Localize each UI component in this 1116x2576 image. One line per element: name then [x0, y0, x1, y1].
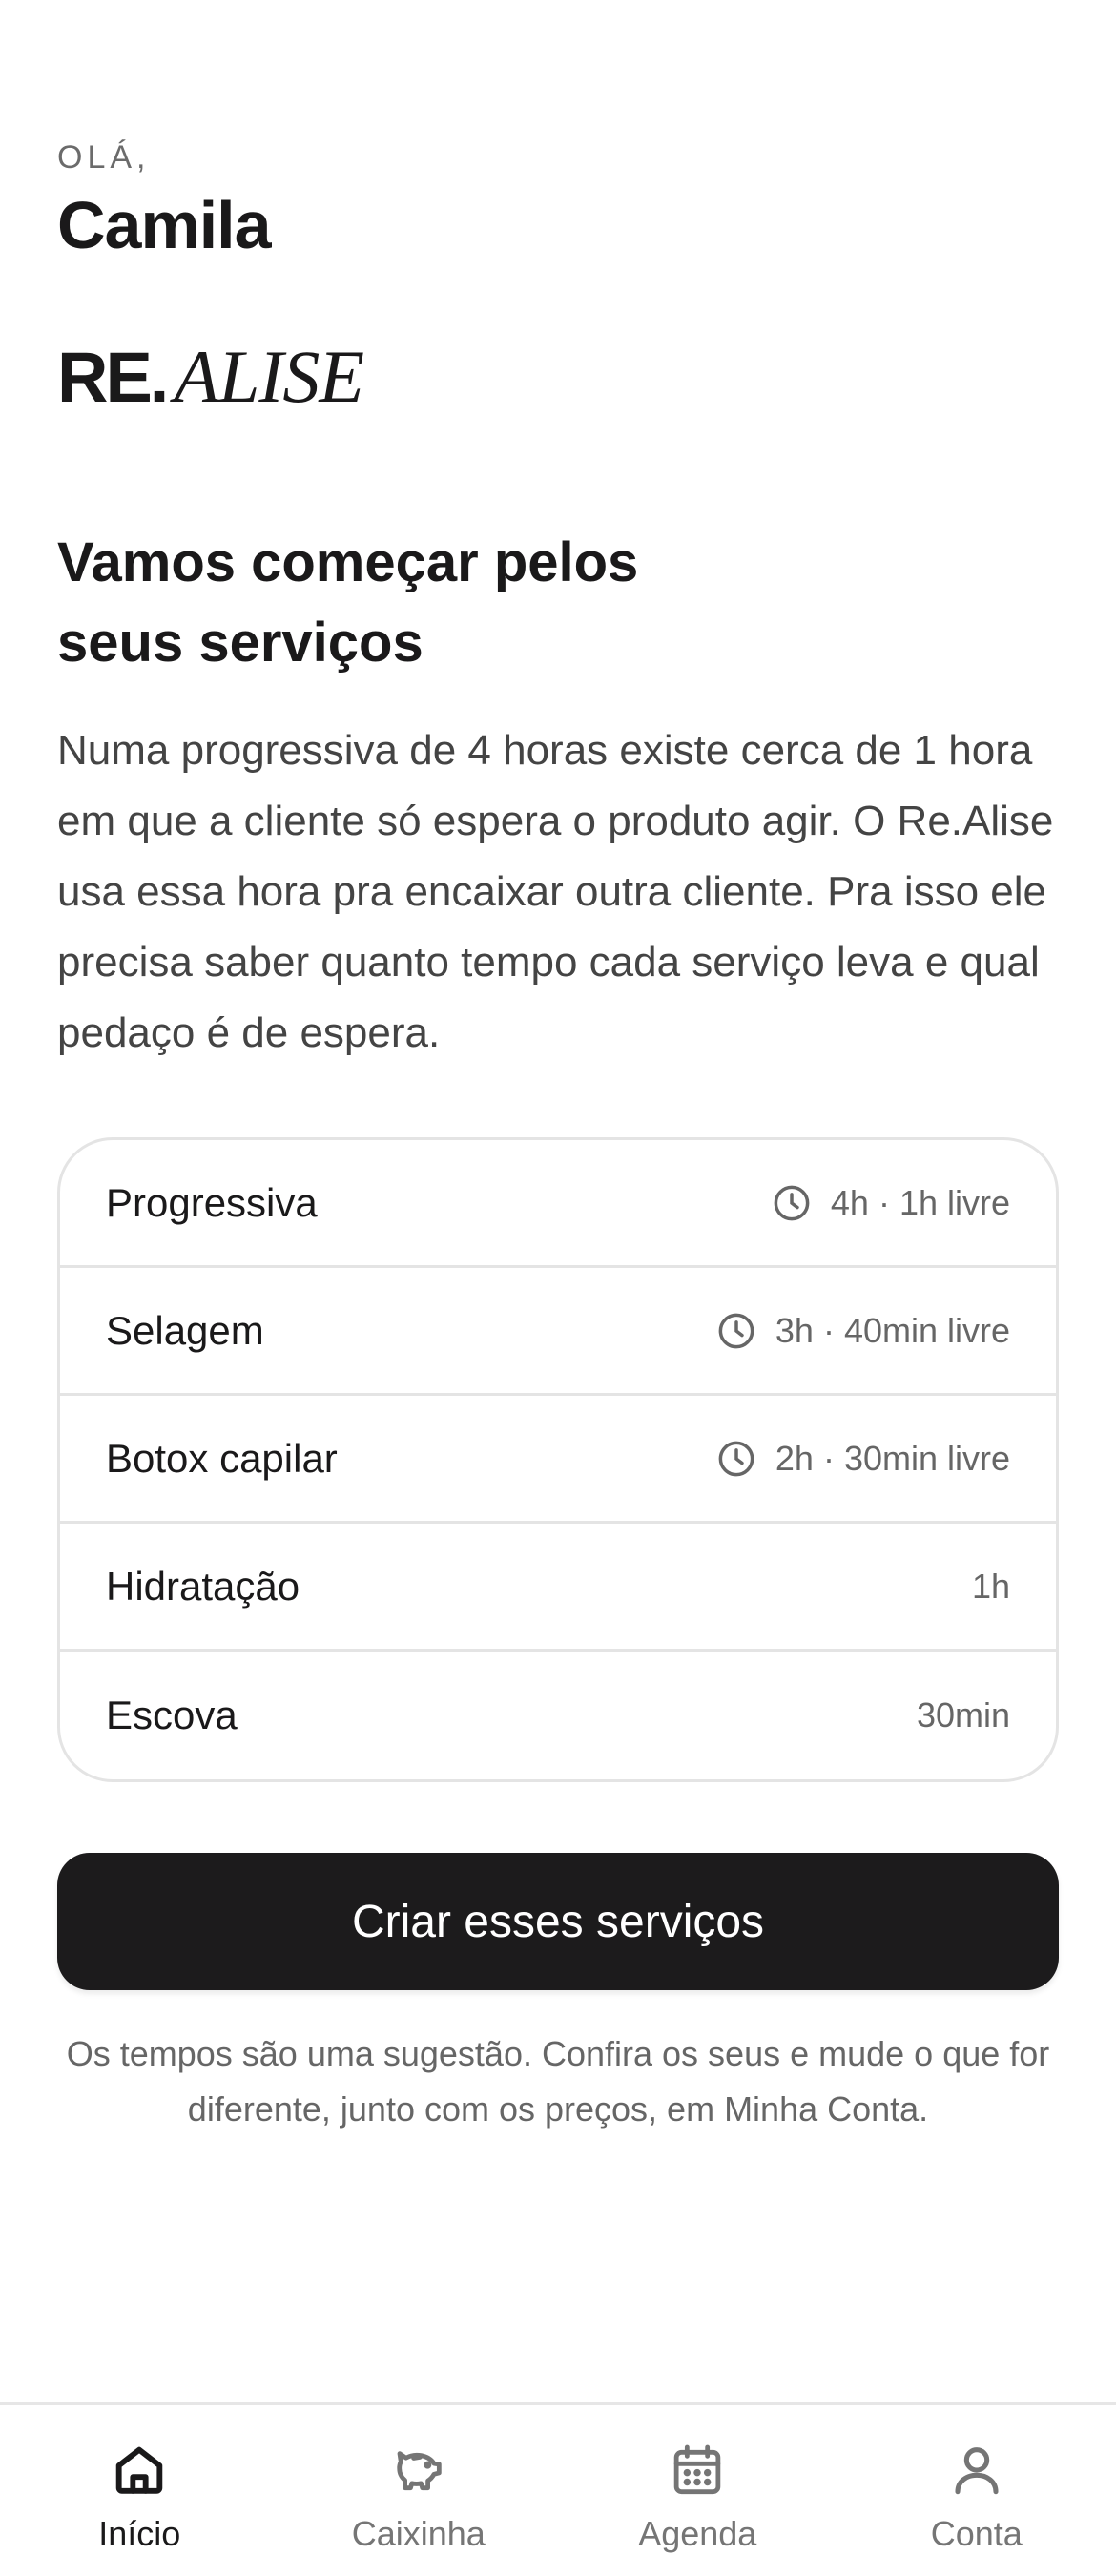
nav-label: Início	[98, 2514, 181, 2553]
service-duration-text: 30min	[916, 1695, 1010, 1735]
nav-item-conta[interactable]: Conta	[837, 2405, 1116, 2576]
service-duration-text: 1h	[971, 1566, 1010, 1606]
service-duration: 3h · 40min livre	[716, 1311, 1010, 1351]
service-duration: 2h · 30min livre	[716, 1439, 1010, 1479]
user-name: Camila	[57, 188, 272, 262]
create-services-button[interactable]: Criar esses serviços	[57, 1853, 1059, 1990]
logo-italic-text: ALISE	[174, 335, 364, 418]
service-row: Escova 30min	[60, 1652, 1056, 1779]
greeting-label: OLÁ,	[57, 139, 151, 176]
home-icon	[115, 2446, 163, 2494]
service-row: Selagem 3h · 40min livre	[60, 1268, 1056, 1396]
service-duration: 30min	[917, 1695, 1010, 1735]
home-screen: OLÁ, Camila RE. ALISE Vamos começar pelo…	[0, 0, 1116, 2576]
service-duration-text: 3h · 40min livre	[775, 1310, 1010, 1350]
service-name: Progressiva	[106, 1179, 318, 1225]
nav-item-caixinha[interactable]: Caixinha	[279, 2405, 559, 2576]
section-title: Vamos começar pelos seus serviços	[57, 531, 639, 674]
service-row: Progressiva 4h · 1h livre	[60, 1140, 1056, 1268]
service-name: Escova	[106, 1693, 238, 1737]
nav-label: Conta	[930, 2514, 1023, 2553]
piggy-bank-icon	[397, 2451, 442, 2491]
service-row: Botox capilar 2h · 30min livre	[60, 1396, 1056, 1524]
nav-item-inicio[interactable]: Início	[0, 2405, 279, 2576]
clock-icon	[718, 1441, 754, 1476]
brand-logo: RE. ALISE	[57, 334, 364, 418]
clock-icon	[718, 1313, 754, 1348]
nav-label: Caixinha	[351, 2514, 486, 2553]
user-icon	[955, 2447, 999, 2495]
section-description: Numa progressiva de 4 horas existe cerca…	[57, 727, 1054, 1056]
service-duration: 1h	[972, 1567, 1010, 1607]
clock-icon	[774, 1185, 810, 1220]
nav-label: Agenda	[638, 2514, 757, 2553]
service-duration-text: 4h · 1h livre	[830, 1182, 1010, 1222]
logo-bold-text: RE.	[57, 338, 169, 417]
service-duration: 4h · 1h livre	[772, 1183, 1010, 1223]
service-row: Hidratação 1h	[60, 1524, 1056, 1652]
service-name: Hidratação	[106, 1563, 300, 1609]
service-duration-text: 2h · 30min livre	[775, 1438, 1010, 1478]
nav-item-agenda[interactable]: Agenda	[558, 2405, 837, 2576]
footnote: Os tempos são uma sugestão. Confira os s…	[66, 2034, 1050, 2129]
services-list: Progressiva 4h · 1h livre Selagem 3h · 4…	[57, 1137, 1059, 1782]
service-name: Selagem	[106, 1307, 264, 1353]
service-name: Botox capilar	[106, 1435, 338, 1481]
calendar-icon	[673, 2444, 721, 2495]
bottom-nav: Início Caixinha Agenda Conta	[0, 2402, 1116, 2576]
